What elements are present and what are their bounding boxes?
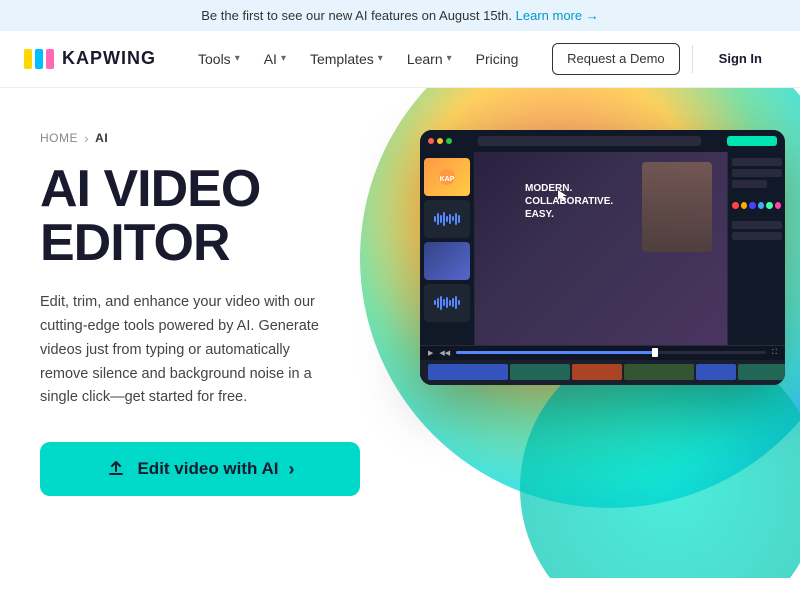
track-segment-1 [428,364,508,380]
cta-label: Edit video with AI [137,459,278,479]
timeline-progress-bar [456,351,766,354]
chevron-down-icon: ▾ [281,53,286,64]
color-lightblue [758,202,765,209]
banner-text: Be the first to see our new AI features … [201,8,512,23]
track-segment-5 [696,364,736,380]
chevron-down-icon: ▾ [378,53,383,64]
track-segment-6 [738,364,785,380]
app-left-panel: KAP [420,152,475,345]
maximize-dot [446,138,452,144]
rp-control-4 [732,221,782,229]
export-button [727,136,777,146]
rewind-icon: ◀◀ [439,349,450,357]
media-thumb-1: KAP [424,158,470,196]
announcement-banner: Be the first to see our new AI features … [0,0,800,31]
app-timeline: ▶ ◀◀ ⛶ [420,345,785,385]
banner-link[interactable]: Learn more → [516,8,599,23]
timeline-handle [652,348,658,357]
fullscreen-icon: ⛶ [772,349,777,357]
breadcrumb-current: AI [95,131,108,145]
chevron-down-icon: ▾ [235,53,240,64]
nav-item-tools[interactable]: Tools ▾ [188,45,250,73]
nav-item-pricing[interactable]: Pricing [466,45,529,73]
waveform-2 [424,284,470,322]
rp-control-5 [732,232,782,240]
hero-description: Edit, trim, and enhance your video with … [40,291,340,411]
app-titlebar [420,130,785,152]
hero-title: AI VIDEO EDITOR [40,162,420,271]
logo[interactable]: KAPWING [24,48,156,69]
canvas-video: MODERN. COLLABORATIVE. EASY. [475,152,727,345]
breadcrumb-separator: › [84,130,89,146]
logo-text: KAPWING [62,48,156,69]
upload-icon [105,458,127,480]
track-segment-4 [624,364,694,380]
window-controls [428,138,452,144]
color-red [732,202,739,209]
timeline-controls: ▶ ◀◀ ⛶ [420,346,785,360]
nav-links: Tools ▾ AI ▾ Templates ▾ Learn ▾ Pricing [188,45,552,73]
app-screenshot: KAP [420,130,785,385]
rp-control-1 [732,158,782,166]
arrow-icon: › [289,459,295,480]
breadcrumb-home: HOME [40,131,78,145]
svg-text:KAP: KAP [440,176,455,183]
rp-control-3 [732,180,767,188]
sign-in-button[interactable]: Sign In [705,44,776,73]
nav-item-ai[interactable]: AI ▾ [254,45,296,73]
media-thumb-2 [424,242,470,280]
nav-divider [692,45,693,73]
nav-item-templates[interactable]: Templates ▾ [300,45,393,73]
hero-section: HOME › AI AI VIDEO EDITOR Edit, trim, an… [0,88,800,578]
hero-app-preview: KAP [420,120,785,578]
app-right-panel [727,152,785,345]
request-demo-button[interactable]: Request a Demo [552,43,680,75]
edit-video-cta-button[interactable]: Edit video with AI › [40,442,360,496]
logo-icon [24,49,54,69]
cursor-icon [555,187,571,203]
app-body: KAP [420,152,785,345]
waveform-1 [424,200,470,238]
color-green [766,202,773,209]
color-palette [732,200,781,211]
app-canvas: MODERN. COLLABORATIVE. EASY. [475,152,727,345]
color-pink [775,202,782,209]
timeline-track [420,360,785,385]
color-orange [741,202,748,209]
nav-item-learn[interactable]: Learn ▾ [397,45,462,73]
minimize-dot [437,138,443,144]
track-segment-3 [572,364,622,380]
color-blue [749,202,756,209]
play-icon: ▶ [428,349,433,357]
hero-content: HOME › AI AI VIDEO EDITOR Edit, trim, an… [40,120,420,578]
navbar: KAPWING Tools ▾ AI ▾ Templates ▾ Learn ▾… [0,31,800,88]
rp-control-2 [732,169,782,177]
timeline-progress [456,351,657,354]
close-dot [428,138,434,144]
url-bar [478,136,701,146]
track-segment-2 [510,364,570,380]
nav-right: Request a Demo Sign In [552,43,776,75]
chevron-down-icon: ▾ [447,53,452,64]
breadcrumb: HOME › AI [40,130,420,146]
